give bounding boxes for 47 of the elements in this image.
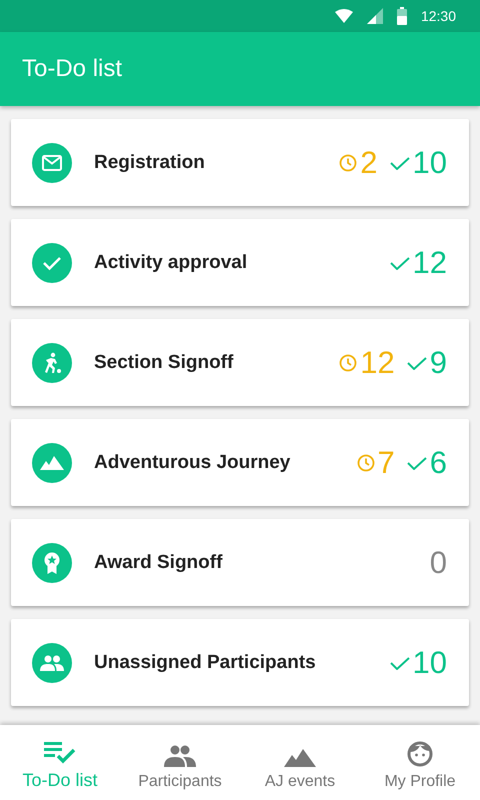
task-label: Adventurous Journey (94, 452, 292, 474)
check-icon (42, 254, 62, 270)
award-ribbon-icon (43, 552, 61, 574)
people-icon (164, 745, 196, 767)
task-card[interactable]: Registration 2 10 (11, 119, 469, 206)
pending-count: 12 (360, 344, 395, 380)
pending-count: 2 (360, 144, 378, 180)
done-count: 10 (412, 644, 447, 680)
nav-tab[interactable]: My Profile (360, 725, 480, 800)
task-label: Section Signoff (94, 352, 234, 374)
mountain-icon (284, 749, 316, 767)
task-label: Award Signoff (94, 552, 224, 574)
done-count: 6 (430, 444, 447, 480)
wifi-icon (334, 9, 353, 23)
task-card[interactable]: Unassigned Participants 10 (11, 619, 469, 706)
task-label: Activity approval (94, 252, 248, 274)
clock-icon (339, 154, 358, 172)
kicking-figure-icon (42, 352, 62, 374)
task-card[interactable]: Section Signoff 12 9 (11, 319, 469, 406)
app-title: To-Do list (22, 55, 122, 83)
pending-count: 7 (378, 444, 395, 480)
people-icon (40, 654, 64, 670)
status-time: 12:30 (420, 8, 456, 24)
signal-icon (366, 8, 383, 24)
clock-icon (339, 354, 358, 372)
checklist-icon (44, 742, 76, 764)
task-card[interactable]: Adventurous Journey 7 6 (11, 419, 469, 506)
task-label: Registration (94, 152, 206, 174)
mountain-icon (40, 456, 64, 470)
nav-tab[interactable]: AJ events (240, 725, 360, 800)
face-icon (407, 741, 433, 767)
check-icon (390, 656, 410, 670)
battery-icon (396, 7, 407, 25)
done-count: 12 (412, 244, 447, 280)
done-count: 9 (430, 344, 447, 380)
task-card[interactable]: Award Signoff 0 (11, 519, 469, 606)
envelope-icon (42, 154, 62, 170)
check-icon (390, 156, 410, 170)
count: 0 (430, 544, 447, 580)
check-icon (390, 256, 410, 270)
done-count: 10 (412, 144, 447, 180)
task-label: Unassigned Participants (94, 652, 317, 674)
task-card[interactable]: Activity approval 12 (11, 219, 469, 306)
clock-icon (356, 454, 374, 472)
check-icon (406, 356, 427, 370)
nav-tab[interactable]: Participants (120, 725, 240, 800)
check-icon (406, 456, 427, 470)
